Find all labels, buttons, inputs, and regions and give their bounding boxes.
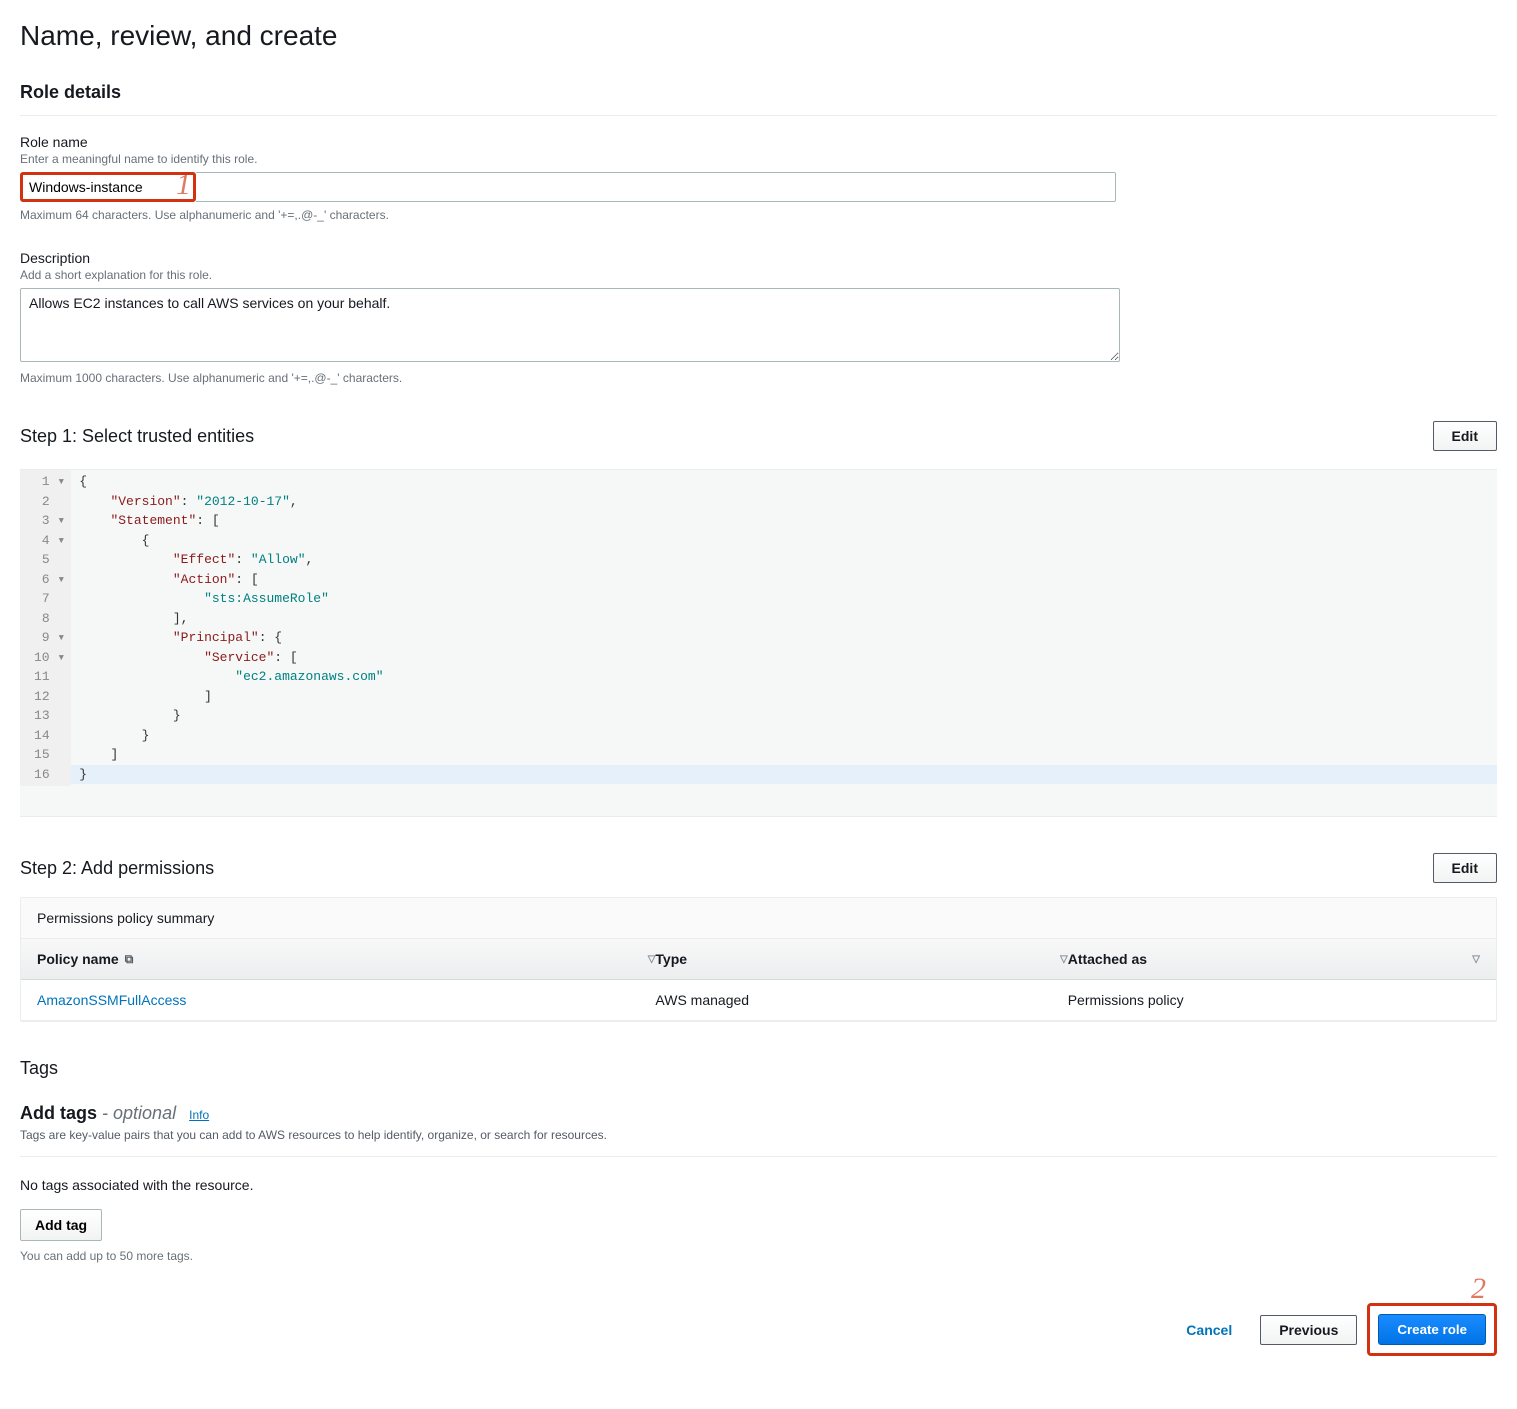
col-attached-as[interactable]: Attached as ▽ xyxy=(1068,951,1480,967)
description-constraint: Maximum 1000 characters. Use alphanumeri… xyxy=(20,371,1497,385)
col-type[interactable]: Type ▽ xyxy=(655,951,1067,967)
role-name-input-extension[interactable] xyxy=(196,172,1116,202)
add-tag-button[interactable]: Add tag xyxy=(20,1209,102,1241)
col-policy-name[interactable]: Policy name ⧉ ▽ xyxy=(37,951,655,967)
step1-section: Step 1: Select trusted entities Edit 1 ▾… xyxy=(20,421,1497,817)
role-details-section: Role details Role name Enter a meaningfu… xyxy=(20,82,1497,385)
tags-section: Tags Add tags - optional Info Tags are k… xyxy=(20,1058,1497,1263)
policy-attached-as: Permissions policy xyxy=(1068,992,1480,1008)
no-tags-message: No tags associated with the resource. xyxy=(20,1177,1497,1193)
role-name-field: Role name Enter a meaningful name to ide… xyxy=(20,134,1497,222)
cancel-button[interactable]: Cancel xyxy=(1168,1316,1250,1344)
role-name-hint: Enter a meaningful name to identify this… xyxy=(20,152,1497,166)
description-input[interactable]: Allows EC2 instances to call AWS service… xyxy=(20,288,1120,362)
table-row: AmazonSSMFullAccess AWS managed Permissi… xyxy=(21,980,1496,1021)
step2-edit-button[interactable]: Edit xyxy=(1433,853,1497,883)
code-body: { "Version": "2012-10-17", "Statement": … xyxy=(71,470,1497,786)
divider xyxy=(20,115,1497,116)
role-name-highlight xyxy=(20,172,196,202)
role-name-constraint: Maximum 64 characters. Use alphanumeric … xyxy=(20,208,1497,222)
create-role-button[interactable]: Create role xyxy=(1378,1314,1486,1345)
sort-icon[interactable]: ▽ xyxy=(648,954,656,965)
previous-button[interactable]: Previous xyxy=(1260,1315,1357,1345)
page-title: Name, review, and create xyxy=(20,20,1497,52)
policy-link[interactable]: AmazonSSMFullAccess xyxy=(37,992,186,1008)
info-link[interactable]: Info xyxy=(189,1108,209,1122)
optional-label: - optional xyxy=(102,1103,176,1123)
permissions-summary-label: Permissions policy summary xyxy=(21,898,1496,939)
create-role-highlight: 2 Create role xyxy=(1367,1303,1497,1356)
role-details-heading: Role details xyxy=(20,82,1497,103)
code-gutter: 1 ▾ 2 3 ▾ 4 ▾ 5 6 ▾ 7 8 9 ▾ 10 ▾ 11 12 1… xyxy=(20,470,71,786)
tags-description: Tags are key-value pairs that you can ad… xyxy=(20,1128,1497,1142)
permissions-card: Permissions policy summary Policy name ⧉… xyxy=(20,897,1497,1022)
add-tags-label: Add tags xyxy=(20,1103,97,1123)
step1-edit-button[interactable]: Edit xyxy=(1433,421,1497,451)
description-label: Description xyxy=(20,250,1497,266)
divider xyxy=(20,1156,1497,1157)
policy-type: AWS managed xyxy=(655,992,1067,1008)
step1-heading: Step 1: Select trusted entities xyxy=(20,426,254,447)
callout-2: 2 xyxy=(1471,1272,1486,1306)
footer-actions: Cancel Previous 2 Create role xyxy=(20,1303,1497,1356)
step2-heading: Step 2: Add permissions xyxy=(20,858,214,879)
permissions-header-row: Policy name ⧉ ▽ Type ▽ Attached as ▽ xyxy=(21,939,1496,980)
callout-1: 1 xyxy=(176,168,191,202)
sort-icon[interactable]: ▽ xyxy=(1060,954,1068,965)
description-field: Description Add a short explanation for … xyxy=(20,250,1497,385)
step2-section: Step 2: Add permissions Edit Permissions… xyxy=(20,853,1497,1022)
tags-heading: Tags xyxy=(20,1058,1497,1079)
tags-limit-hint: You can add up to 50 more tags. xyxy=(20,1249,1497,1263)
description-hint: Add a short explanation for this role. xyxy=(20,268,1497,282)
role-name-label: Role name xyxy=(20,134,1497,150)
role-name-input[interactable] xyxy=(23,175,193,199)
trust-policy-code: 1 ▾ 2 3 ▾ 4 ▾ 5 6 ▾ 7 8 9 ▾ 10 ▾ 11 12 1… xyxy=(20,469,1497,817)
sort-icon[interactable]: ▽ xyxy=(1472,954,1480,965)
external-link-icon: ⧉ xyxy=(125,952,134,967)
